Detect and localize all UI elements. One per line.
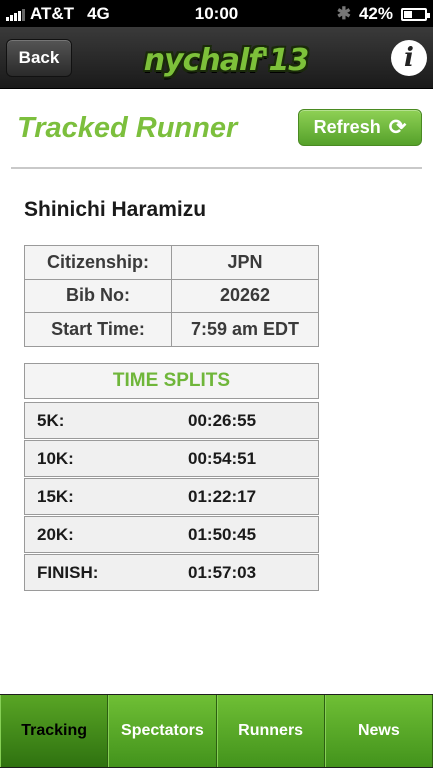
tab-runners[interactable]: Runners	[216, 695, 325, 767]
runner-info-table: Citizenship: JPN Bib No: 20262 Start Tim…	[24, 245, 319, 347]
status-right: ✱ 42%	[336, 4, 430, 24]
battery-fill	[404, 10, 413, 18]
split-label: 10K:	[37, 448, 74, 468]
info-row: Citizenship: JPN	[24, 245, 319, 280]
main-content: Tracked Runner Refresh ⟳ Shinichi Harami…	[0, 90, 433, 694]
navigation-bar: Back nychalf'13 i	[0, 27, 433, 89]
time-splits-header: TIME SPLITS	[24, 363, 319, 399]
tab-tracking[interactable]: Tracking	[0, 695, 109, 767]
info-label: Citizenship:	[24, 245, 172, 280]
battery-percent: 42%	[358, 4, 393, 23]
refresh-button[interactable]: Refresh ⟳	[298, 109, 422, 146]
info-icon[interactable]: i	[391, 40, 427, 76]
info-row: Start Time: 7:59 am EDT	[24, 312, 319, 347]
split-row: FINISH: 01:57:03	[24, 554, 319, 591]
page-title: Tracked Runner	[17, 112, 238, 144]
split-row: 10K: 00:54:51	[24, 440, 319, 477]
tab-news[interactable]: News	[324, 695, 433, 767]
refresh-label: Refresh	[313, 117, 381, 137]
split-label: 5K:	[37, 410, 65, 430]
split-label: 15K:	[37, 486, 74, 506]
app-logo: nychalf'13	[138, 40, 314, 80]
info-value: 20262	[171, 278, 319, 313]
bluetooth-icon: ✱	[336, 4, 351, 23]
back-button[interactable]: Back	[6, 39, 72, 77]
split-row: 20K: 01:50:45	[24, 516, 319, 553]
split-label: 20K:	[37, 524, 74, 544]
logo-text: nychalf'13	[143, 42, 310, 78]
tab-bar: Tracking Spectators Runners News	[0, 694, 433, 768]
split-row: 15K: 01:22:17	[24, 478, 319, 515]
split-time: 00:26:55	[188, 410, 257, 430]
info-value: 7:59 am EDT	[171, 312, 319, 347]
divider	[11, 167, 422, 169]
info-row: Bib No: 20262	[24, 278, 319, 313]
battery-icon	[401, 7, 430, 21]
split-time: 01:57:03	[188, 562, 257, 582]
split-row: 5K: 00:26:55	[24, 402, 319, 439]
split-time: 00:54:51	[188, 448, 257, 468]
split-time: 01:50:45	[188, 524, 257, 544]
tab-spectators[interactable]: Spectators	[108, 695, 217, 767]
status-bar: AT&T 4G 10:00 ✱ 42%	[0, 0, 433, 27]
info-label: Bib No:	[24, 278, 172, 313]
refresh-icon: ⟳	[388, 116, 407, 139]
info-value: JPN	[171, 245, 319, 280]
info-label: Start Time:	[24, 312, 172, 347]
split-time: 01:22:17	[188, 486, 257, 506]
split-label: FINISH:	[37, 562, 99, 582]
runner-name: Shinichi Haramizu	[24, 198, 207, 221]
